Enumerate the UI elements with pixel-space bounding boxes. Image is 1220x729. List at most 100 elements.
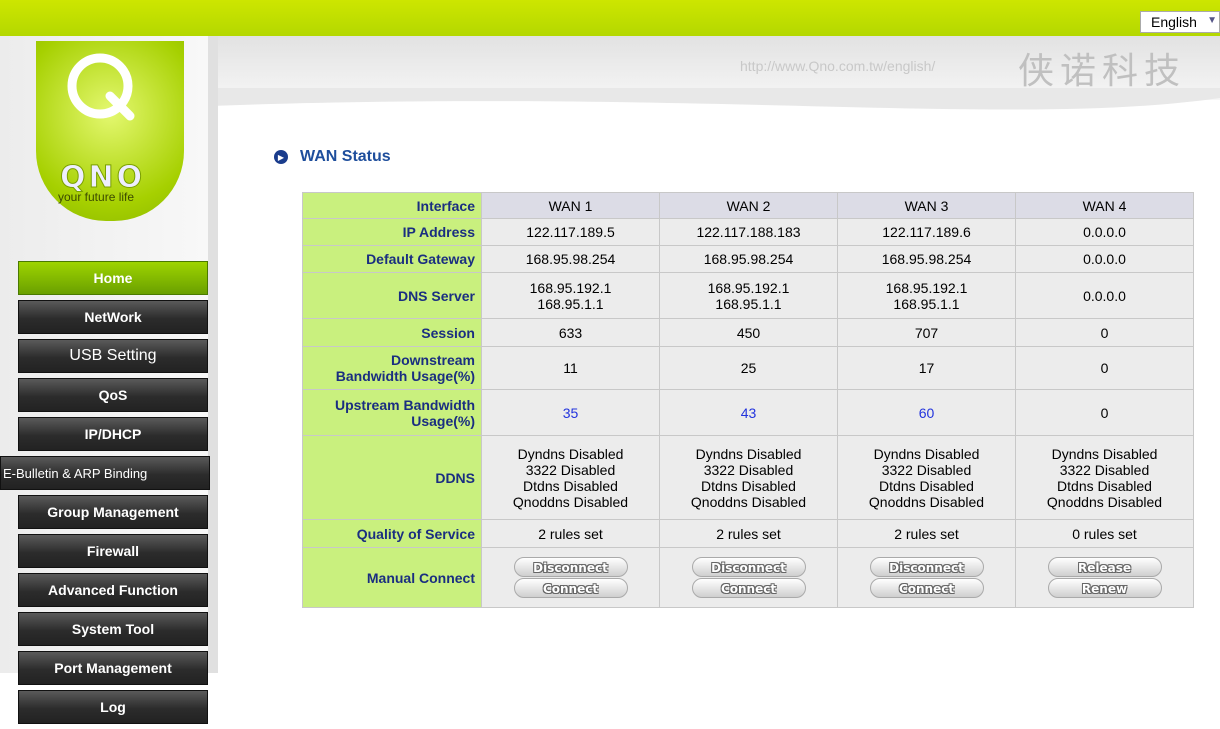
menu-label: Group Management bbox=[47, 504, 179, 520]
menu-label: IP/DHCP bbox=[84, 426, 142, 442]
table-cell: 0 bbox=[1015, 318, 1194, 347]
menu-qos[interactable]: QoS bbox=[18, 378, 208, 412]
menu-firewall[interactable]: Firewall bbox=[18, 534, 208, 568]
table-row-default-gateway: Default Gateway 168.95.98.254 168.95.98.… bbox=[302, 245, 1194, 273]
wan-status-table: Interface WAN 1 WAN 2 WAN 3 WAN 4 IP Add… bbox=[302, 192, 1194, 608]
wan-header: WAN 1 bbox=[481, 192, 660, 219]
dns-primary: 168.95.192.1 bbox=[529, 279, 612, 296]
disconnect-button[interactable]: Disconnect bbox=[869, 557, 984, 577]
menu-ip-dhcp[interactable]: IP/DHCP bbox=[18, 417, 208, 451]
row-label: IP Address bbox=[302, 218, 482, 246]
disconnect-button[interactable]: Disconnect bbox=[691, 557, 806, 577]
ddns-line: 3322 Disabled bbox=[881, 461, 972, 478]
menu-system-tool[interactable]: System Tool bbox=[18, 612, 208, 646]
language-select[interactable]: English ▼ bbox=[1140, 11, 1220, 33]
table-cell: 168.95.192.1 168.95.1.1 bbox=[837, 272, 1016, 319]
chevron-down-icon: ▼ bbox=[1207, 15, 1217, 26]
header-wave-decoration bbox=[210, 88, 1220, 110]
table-cell: Release Renew bbox=[1015, 547, 1194, 608]
site-url: http://www.Qno.com.tw/english/ bbox=[740, 58, 936, 74]
row-label: Downstream Bandwidth Usage(%) bbox=[302, 346, 482, 390]
table-cell: 122.117.189.5 bbox=[481, 218, 660, 246]
connect-button[interactable]: Connect bbox=[869, 578, 984, 598]
ddns-line: Dtdns Disabled bbox=[1057, 477, 1152, 494]
ddns-line: Dtdns Disabled bbox=[701, 477, 796, 494]
table-cell: Dyndns Disabled 3322 Disabled Dtdns Disabl… bbox=[837, 435, 1016, 520]
disconnect-button[interactable]: Disconnect bbox=[513, 557, 628, 577]
ddns-line: Qnoddns Disabled bbox=[1046, 493, 1163, 510]
chinese-brand: 侠诺科技 bbox=[1018, 51, 1187, 92]
row-label: Interface bbox=[302, 192, 482, 219]
menu-label: Log bbox=[100, 699, 126, 715]
renew-button[interactable]: Renew bbox=[1047, 578, 1162, 598]
table-cell: 122.117.188.183 bbox=[659, 218, 838, 246]
table-cell: 17 bbox=[837, 346, 1016, 390]
table-cell: 707 bbox=[837, 318, 1016, 347]
menu-home[interactable]: Home bbox=[18, 261, 208, 295]
menu-label: Firewall bbox=[86, 543, 140, 559]
ddns-line: 3322 Disabled bbox=[703, 461, 794, 478]
top-bar bbox=[0, 0, 1220, 36]
table-cell: 60 bbox=[837, 389, 1016, 436]
table-row-ddns: DDNS Dyndns Disabled 3322 Disabled Dtdns D… bbox=[302, 435, 1194, 520]
ddns-line: Dtdns Disabled bbox=[523, 477, 618, 494]
dns-secondary: 168.95.1.1 bbox=[893, 295, 960, 312]
menu-usb-setting[interactable]: USB Setting bbox=[18, 339, 208, 373]
menu-log[interactable]: Log bbox=[18, 690, 208, 724]
row-label-line: Usage(%) bbox=[411, 412, 475, 429]
table-cell: 35 bbox=[481, 389, 660, 436]
menu-advanced-function[interactable]: Advanced Function bbox=[18, 573, 208, 607]
menu-e-bulletin[interactable]: E-Bulletin & ARP Binding bbox=[0, 456, 210, 490]
q-logo-icon bbox=[67, 53, 135, 121]
sidebar: QNO your future life Home NetWork USB Se… bbox=[0, 36, 218, 724]
menu-network[interactable]: NetWork bbox=[18, 300, 208, 334]
language-value: English bbox=[1151, 14, 1197, 30]
menu-group-management[interactable]: Group Management bbox=[18, 495, 208, 529]
menu-label: E-Bulletin & ARP Binding bbox=[3, 465, 148, 481]
row-label: Upstream Bandwidth Usage(%) bbox=[302, 389, 482, 436]
row-label: Session bbox=[302, 318, 482, 347]
dns-secondary: 168.95.1.1 bbox=[537, 295, 604, 312]
table-cell: 168.95.98.254 bbox=[481, 245, 660, 273]
ddns-line: Qnoddns Disabled bbox=[690, 493, 807, 510]
table-row-upstream: Upstream Bandwidth Usage(%) 35 43 60 0 bbox=[302, 389, 1194, 436]
table-cell: 2 rules set bbox=[837, 519, 1016, 548]
main-menu: Home NetWork USB Setting QoS IP/DHCP E-B… bbox=[0, 261, 210, 729]
wan-header: WAN 3 bbox=[837, 192, 1016, 219]
dns-primary: 168.95.192.1 bbox=[707, 279, 790, 296]
dns-primary: 0.0.0.0 bbox=[1083, 287, 1126, 304]
row-label-line: Upstream Bandwidth bbox=[334, 396, 475, 413]
menu-label: NetWork bbox=[84, 309, 142, 325]
table-cell: 168.95.192.1 168.95.1.1 bbox=[481, 272, 660, 319]
table-cell: 11 bbox=[481, 346, 660, 390]
ddns-line: 3322 Disabled bbox=[1059, 461, 1150, 478]
wan-header: WAN 4 bbox=[1015, 192, 1194, 219]
wan-header: WAN 2 bbox=[659, 192, 838, 219]
menu-port-management[interactable]: Port Management bbox=[18, 651, 208, 685]
ddns-line: Dyndns Disabled bbox=[695, 445, 802, 462]
ddns-line: Dtdns Disabled bbox=[879, 477, 974, 494]
row-label: Default Gateway bbox=[302, 245, 482, 273]
table-cell: 0.0.0.0 bbox=[1015, 272, 1194, 319]
ddns-line: Dyndns Disabled bbox=[517, 445, 624, 462]
table-cell: 0 bbox=[1015, 346, 1194, 390]
table-cell: Dyndns Disabled 3322 Disabled Dtdns Disabl… bbox=[1015, 435, 1194, 520]
row-label-line: Bandwidth Usage(%) bbox=[335, 368, 475, 384]
menu-label: QoS bbox=[98, 387, 128, 403]
connect-button[interactable]: Connect bbox=[691, 578, 806, 598]
row-label: DNS Server bbox=[302, 272, 482, 319]
section-heading: ▶ WAN Status bbox=[274, 148, 391, 166]
connect-button[interactable]: Connect bbox=[513, 578, 628, 598]
table-cell: 0 bbox=[1015, 389, 1194, 436]
row-label: DDNS bbox=[302, 435, 482, 520]
table-cell: 0.0.0.0 bbox=[1015, 218, 1194, 246]
menu-label: USB Setting bbox=[69, 347, 157, 364]
table-cell: 2 rules set bbox=[659, 519, 838, 548]
table-cell: 168.95.98.254 bbox=[837, 245, 1016, 273]
row-label: Quality of Service bbox=[302, 519, 482, 548]
table-cell: 25 bbox=[659, 346, 838, 390]
release-button[interactable]: Release bbox=[1047, 557, 1162, 577]
table-cell: 2 rules set bbox=[481, 519, 660, 548]
menu-label: System Tool bbox=[71, 621, 155, 637]
ddns-line: Dyndns Disabled bbox=[873, 445, 980, 462]
